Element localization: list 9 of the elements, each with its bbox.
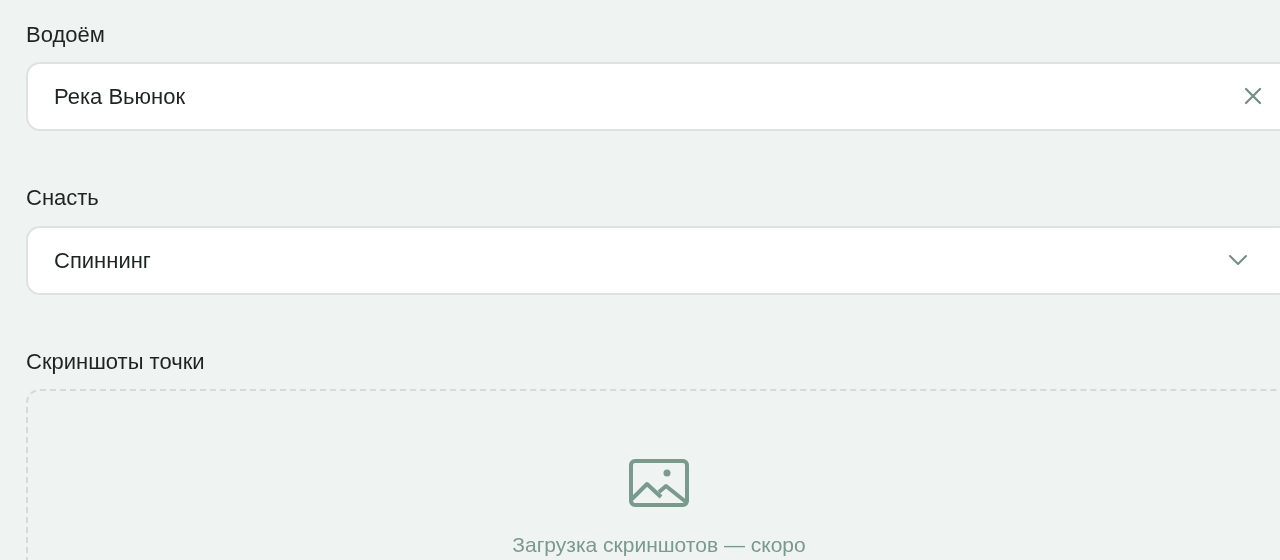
chevron-down-icon xyxy=(1228,254,1248,267)
section-label: Скриншоты точки xyxy=(26,348,205,376)
upload-note: Загрузка скриншотов — скоро xyxy=(512,533,806,558)
field-label: Снасть xyxy=(26,185,99,212)
image-icon xyxy=(629,459,689,508)
text-field[interactable]: Река Вьюнок xyxy=(26,62,1280,132)
select-field[interactable]: Спиннинг xyxy=(26,225,1280,295)
field-label: Водоём xyxy=(26,22,105,49)
clear-button[interactable] xyxy=(1244,87,1262,106)
